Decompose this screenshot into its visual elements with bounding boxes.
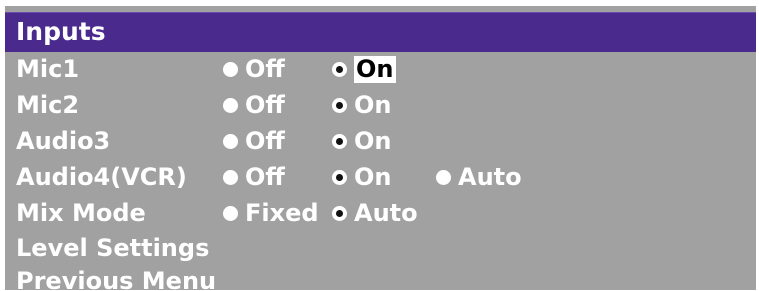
menu-title-bar: Inputs: [5, 12, 756, 52]
menu-title: Inputs: [16, 17, 106, 46]
menu-row-mic2[interactable]: Mic2 Off On: [5, 90, 756, 121]
option-on[interactable]: On: [332, 54, 396, 85]
option-label: Off: [245, 127, 285, 155]
row-label: Audio3: [16, 127, 111, 155]
option-on[interactable]: On: [332, 162, 392, 193]
screen: Inputs Mic1 Off On Mic2 Off On Audio3 Of…: [0, 0, 759, 291]
row-label: Level Settings: [16, 234, 210, 262]
option-auto[interactable]: Auto: [332, 198, 418, 229]
row-label: Mic2: [16, 91, 80, 119]
option-label: Off: [245, 55, 285, 83]
radio-icon: [223, 98, 238, 113]
option-fixed[interactable]: Fixed: [223, 198, 319, 229]
option-label: On: [354, 163, 392, 191]
option-on[interactable]: On: [332, 90, 392, 121]
menu-row-mix-mode[interactable]: Mix Mode Fixed Auto: [5, 198, 756, 229]
radio-icon: [223, 170, 238, 185]
radio-selected-icon: [332, 98, 347, 113]
radio-icon: [223, 206, 238, 221]
menu-row-audio4-vcr[interactable]: Audio4(VCR) Off On Auto: [5, 162, 756, 193]
radio-icon: [436, 170, 451, 185]
radio-selected-icon: [332, 170, 347, 185]
option-off[interactable]: Off: [223, 162, 285, 193]
option-off[interactable]: Off: [223, 90, 285, 121]
radio-icon: [223, 134, 238, 149]
radio-icon: [223, 62, 238, 77]
option-label: Auto: [458, 163, 522, 191]
radio-selected-icon: [332, 62, 347, 77]
menu-item-level-settings[interactable]: Level Settings: [5, 233, 756, 264]
option-label: Fixed: [245, 199, 319, 227]
option-label: On: [354, 91, 392, 119]
option-auto[interactable]: Auto: [436, 162, 522, 193]
option-off[interactable]: Off: [223, 54, 285, 85]
option-on[interactable]: On: [332, 126, 392, 157]
menu-row-audio3[interactable]: Audio3 Off On: [5, 126, 756, 157]
radio-selected-icon: [332, 134, 347, 149]
option-label: Off: [245, 163, 285, 191]
inputs-menu-panel: Inputs Mic1 Off On Mic2 Off On Audio3 Of…: [5, 6, 756, 290]
row-label: Previous Menu: [16, 267, 217, 290]
menu-item-previous-menu[interactable]: Previous Menu: [5, 266, 756, 290]
option-label: On: [354, 55, 396, 83]
option-label: Off: [245, 91, 285, 119]
row-label: Mix Mode: [16, 199, 146, 227]
menu-row-mic1[interactable]: Mic1 Off On: [5, 54, 756, 85]
row-label: Audio4(VCR): [16, 163, 187, 191]
radio-selected-icon: [332, 206, 347, 221]
option-off[interactable]: Off: [223, 126, 285, 157]
option-label: On: [354, 127, 392, 155]
row-label: Mic1: [16, 55, 80, 83]
option-label: Auto: [354, 199, 418, 227]
